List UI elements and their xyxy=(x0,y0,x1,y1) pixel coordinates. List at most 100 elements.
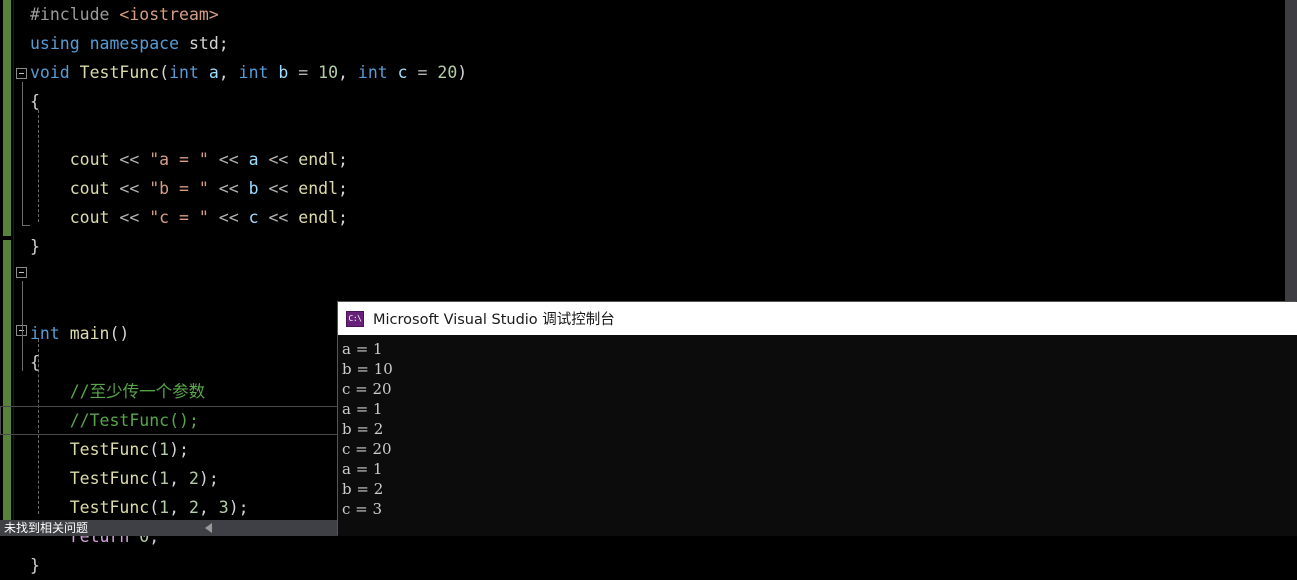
code-token: int xyxy=(357,63,398,82)
code-token: endl xyxy=(298,208,339,227)
code-token: TestFunc xyxy=(69,440,150,459)
code-token: TestFunc xyxy=(79,63,160,82)
code-token: a xyxy=(248,150,259,169)
console-title-bar[interactable]: C:\ Microsoft Visual Studio 调试控制台 xyxy=(338,302,1297,335)
code-line[interactable]: { xyxy=(0,87,1297,116)
code-token: ; xyxy=(338,208,348,227)
code-token: ; xyxy=(218,34,229,53)
code-token: , xyxy=(169,498,189,517)
code-token: //至少传一个参数 xyxy=(30,382,206,401)
code-token: << xyxy=(109,150,150,169)
code-token: 1 xyxy=(159,469,170,488)
code-token: cout xyxy=(69,179,110,198)
code-token: ( xyxy=(149,498,160,517)
code-token: void xyxy=(30,63,80,82)
code-token: << xyxy=(258,208,299,227)
code-token: ( xyxy=(149,440,160,459)
code-line[interactable]: } xyxy=(0,551,1297,580)
code-token: b xyxy=(248,179,259,198)
debug-console-window[interactable]: C:\ Microsoft Visual Studio 调试控制台 a = 1 b… xyxy=(338,302,1297,536)
code-token: #include xyxy=(30,5,120,24)
code-token: << xyxy=(109,179,150,198)
console-output-line: a = 1 xyxy=(342,340,383,358)
code-token: 1 xyxy=(159,498,170,517)
status-bar-text: 未找到相关问题 xyxy=(4,521,89,535)
code-token: , xyxy=(338,63,358,82)
code-token: endl xyxy=(298,150,339,169)
code-token: } xyxy=(30,237,40,256)
code-token: = xyxy=(407,63,438,82)
code-token: << xyxy=(208,208,249,227)
code-token: <iostream> xyxy=(119,5,219,24)
code-token: c xyxy=(248,208,259,227)
code-line[interactable]: #include <iostream> xyxy=(0,0,1297,29)
code-token: a xyxy=(208,63,219,82)
console-output-line: a = 1 xyxy=(342,400,383,418)
code-token: c xyxy=(397,63,408,82)
console-output-line: a = 1 xyxy=(342,460,383,478)
code-token: << xyxy=(208,179,249,198)
code-token: "a = " xyxy=(149,150,209,169)
code-token: 1 xyxy=(159,440,170,459)
code-line[interactable]: } xyxy=(0,232,1297,261)
code-token: "b = " xyxy=(149,179,209,198)
code-token: ); xyxy=(198,469,219,488)
code-token: ); xyxy=(228,498,249,517)
code-token: 2 xyxy=(188,469,199,488)
code-token: { xyxy=(30,92,40,111)
console-app-icon-label: C:\ xyxy=(348,313,362,323)
code-line[interactable]: using namespace std; xyxy=(0,29,1297,58)
code-token: ( xyxy=(149,469,160,488)
code-token: int xyxy=(30,324,70,343)
console-title-text: Microsoft Visual Studio 调试控制台 xyxy=(373,312,615,328)
code-token: cout xyxy=(69,150,110,169)
code-token: } xyxy=(30,556,40,575)
code-token: b xyxy=(278,63,289,82)
code-line[interactable]: cout << "a = " << a << endl; xyxy=(0,145,1297,174)
code-token: main xyxy=(69,324,110,343)
code-token: , xyxy=(169,469,189,488)
console-output-line: b = 2 xyxy=(342,420,384,438)
code-token: , xyxy=(218,63,239,82)
code-token: cout xyxy=(69,208,110,227)
code-line[interactable]: void TestFunc(int a, int b = 10, int c =… xyxy=(0,58,1297,87)
code-token: ) xyxy=(457,63,468,82)
code-token: TestFunc xyxy=(69,469,150,488)
code-token: << xyxy=(109,208,150,227)
code-line[interactable] xyxy=(0,261,1297,290)
code-token: endl xyxy=(298,179,339,198)
status-bar-collapse-arrow-icon[interactable] xyxy=(205,523,212,533)
code-token: std xyxy=(188,34,219,53)
console-output-line: c = 3 xyxy=(342,500,383,518)
code-token: = xyxy=(288,63,319,82)
code-token: 10 xyxy=(318,63,339,82)
code-token: { xyxy=(30,353,40,372)
code-token: << xyxy=(208,150,249,169)
code-token: () xyxy=(109,324,130,343)
code-token: int xyxy=(238,63,279,82)
code-line[interactable] xyxy=(0,116,1297,145)
code-line[interactable]: cout << "b = " << b << endl; xyxy=(0,174,1297,203)
code-token: 3 xyxy=(218,498,229,517)
code-token: ); xyxy=(169,440,189,459)
console-output-line: c = 20 xyxy=(342,380,392,398)
code-line[interactable]: cout << "c = " << c << endl; xyxy=(0,203,1297,232)
code-token: using namespace xyxy=(30,34,189,53)
code-token: ( xyxy=(159,63,170,82)
code-token: "c = " xyxy=(149,208,209,227)
console-output: a = 1 b = 10 c = 20 a = 1 b = 2 c = 20 a = 1 b … xyxy=(338,335,1297,519)
code-token: 20 xyxy=(437,63,458,82)
code-token: 2 xyxy=(188,498,199,517)
console-output-line: b = 10 xyxy=(342,360,393,378)
code-token: int xyxy=(169,63,209,82)
console-app-icon: C:\ xyxy=(346,310,364,327)
code-token: ; xyxy=(338,150,348,169)
console-output-line: c = 20 xyxy=(342,440,392,458)
code-token: //TestFunc(); xyxy=(30,411,199,430)
